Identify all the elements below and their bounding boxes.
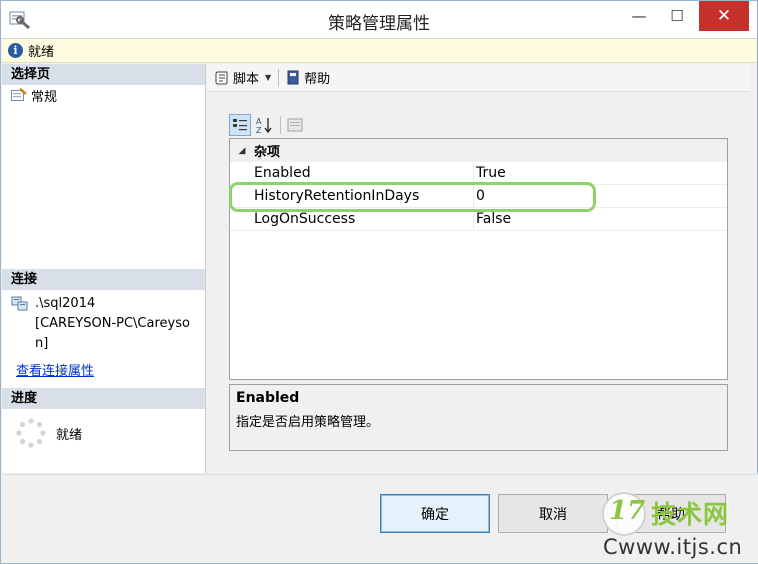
description-text: 指定是否启用策略管理。	[236, 415, 380, 430]
connection-server: .\sql2014	[35, 296, 96, 311]
property-name: LogOnSuccess	[230, 207, 474, 231]
dialog-footer: 确定 取消 帮助	[2, 474, 758, 563]
help-button[interactable]: 帮助	[616, 494, 726, 533]
connection-section: 连接 .\sql2014 [CAREYSON-PC\Careyson] 查看连接…	[2, 269, 205, 379]
property-value[interactable]: False	[474, 208, 511, 231]
progress-section: 进度 就绪	[2, 388, 205, 451]
script-button[interactable]: 脚本 ▼	[211, 67, 275, 89]
title-bar[interactable]: 策略管理属性 — ☐ ✕	[1, 1, 757, 39]
toolbar: 脚本 ▼ 帮助	[207, 64, 749, 92]
description-title: Enabled	[236, 390, 300, 406]
category-label: 杂项	[254, 145, 281, 160]
server-connection-icon	[11, 296, 28, 311]
script-scroll-icon	[215, 71, 228, 85]
connection-user: [CAREYSON-PC\Careyson]	[35, 316, 190, 351]
cancel-button[interactable]: 取消	[498, 494, 608, 533]
page-item-general[interactable]: 常规	[2, 85, 205, 105]
property-pages-button[interactable]	[284, 114, 306, 136]
select-page-header: 选择页	[2, 64, 205, 85]
property-name: Enabled	[230, 161, 474, 185]
categorized-view-button[interactable]	[229, 114, 251, 136]
status-bar: i 就绪	[2, 39, 756, 63]
property-name: HistoryRetentionInDays	[230, 184, 474, 208]
categorized-icon	[233, 119, 247, 131]
help-book-icon	[287, 70, 299, 85]
svg-text:A: A	[256, 117, 262, 126]
maximize-button[interactable]: ☐	[661, 1, 693, 31]
svg-text:Z: Z	[256, 126, 262, 134]
property-value[interactable]: 0	[474, 185, 485, 208]
collapse-triangle-icon[interactable]: ◢	[230, 146, 254, 156]
description-panel: Enabled 指定是否启用策略管理。	[229, 384, 728, 451]
property-row-log-on-success[interactable]: LogOnSuccess False	[230, 207, 727, 231]
property-row-history-retention[interactable]: HistoryRetentionInDays 0	[230, 184, 727, 208]
page-item-label: 常规	[31, 89, 58, 105]
category-row-misc[interactable]: ◢ 杂项	[230, 139, 727, 162]
progress-spinner-icon	[16, 418, 46, 448]
help-label: 帮助	[304, 72, 331, 87]
help-toolbar-button[interactable]: 帮助	[282, 67, 334, 89]
property-grid: ◢ 杂项 Enabled True HistoryRetentionInDays…	[229, 138, 728, 380]
toolbar-separator	[278, 68, 280, 87]
alphabetical-view-button[interactable]: A Z	[253, 114, 275, 136]
right-pane: 脚本 ▼ 帮助 A Z ◢ 杂项 Enabled True HistoryRet…	[207, 64, 749, 473]
property-value[interactable]: True	[474, 162, 506, 185]
script-label: 脚本	[233, 72, 260, 87]
property-row-enabled[interactable]: Enabled True	[230, 161, 727, 185]
chevron-down-icon[interactable]: ▼	[265, 73, 271, 82]
status-text: 就绪	[28, 45, 55, 60]
sort-az-icon: A Z	[256, 117, 272, 134]
view-connection-properties-link[interactable]: 查看连接属性	[2, 360, 205, 379]
ok-button[interactable]: 确定	[380, 494, 490, 533]
progress-status: 就绪	[56, 427, 83, 443]
grid-toolbar-separator	[280, 116, 281, 134]
dialog-window: 策略管理属性 — ☐ ✕ i 就绪 选择页 常规 连接 .\sql2014 [C…	[0, 0, 758, 564]
minimize-button[interactable]: —	[623, 1, 655, 31]
wrench-page-icon	[11, 88, 27, 101]
progress-header: 进度	[2, 388, 205, 409]
close-button[interactable]: ✕	[699, 1, 749, 31]
connection-header: 连接	[2, 269, 205, 290]
left-pane: 选择页 常规 连接 .\sql2014 [CAREYSON-PC\Careyso…	[2, 64, 206, 473]
property-pages-icon	[287, 118, 303, 132]
property-grid-toolbar: A Z	[229, 114, 308, 136]
info-icon: i	[8, 43, 23, 58]
